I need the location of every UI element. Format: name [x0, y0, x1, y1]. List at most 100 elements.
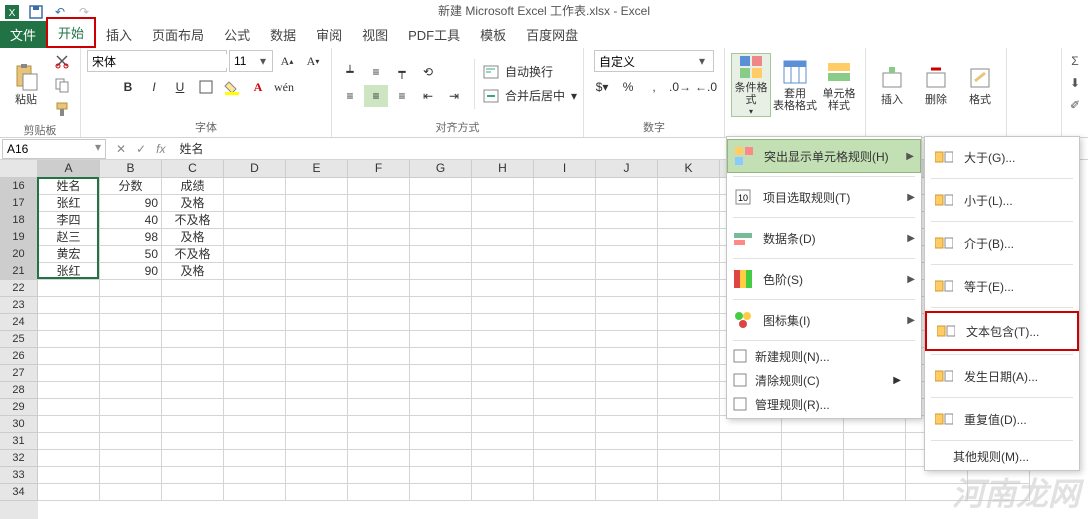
cell[interactable]: 40	[100, 212, 162, 229]
cell[interactable]	[472, 229, 534, 246]
cell[interactable]	[534, 246, 596, 263]
cell[interactable]	[596, 331, 658, 348]
cell[interactable]	[410, 450, 472, 467]
cell[interactable]	[596, 263, 658, 280]
cell[interactable]	[38, 280, 100, 297]
cell[interactable]	[658, 195, 720, 212]
cf-menu-item[interactable]: 色阶(S)▶	[727, 262, 921, 296]
cell[interactable]	[224, 263, 286, 280]
cell[interactable]	[348, 484, 410, 501]
cell[interactable]	[38, 416, 100, 433]
cell[interactable]	[534, 314, 596, 331]
cell[interactable]: 黄宏	[38, 246, 100, 263]
col-header[interactable]: J	[596, 160, 658, 178]
row-header[interactable]: 18	[0, 212, 38, 229]
cell[interactable]	[720, 467, 782, 484]
highlight-rule-item[interactable]: 等于(E)...	[928, 269, 1076, 303]
cell[interactable]	[472, 365, 534, 382]
cell[interactable]	[472, 178, 534, 195]
cell[interactable]	[348, 331, 410, 348]
cell[interactable]	[782, 433, 844, 450]
cell[interactable]	[472, 382, 534, 399]
cell[interactable]	[38, 365, 100, 382]
col-header[interactable]: G	[410, 160, 472, 178]
cell[interactable]	[658, 399, 720, 416]
border-button[interactable]	[194, 76, 218, 98]
fill-color-button[interactable]	[220, 76, 244, 98]
name-box[interactable]: ▾	[2, 139, 106, 159]
percent-icon[interactable]: %	[616, 76, 640, 98]
cell[interactable]	[286, 297, 348, 314]
cell[interactable]	[224, 314, 286, 331]
cell[interactable]	[224, 178, 286, 195]
col-header[interactable]: B	[100, 160, 162, 178]
cell[interactable]	[410, 365, 472, 382]
col-header[interactable]: I	[534, 160, 596, 178]
cell[interactable]	[410, 331, 472, 348]
font-size-combo[interactable]: ▾	[229, 50, 273, 72]
row-header[interactable]: 30	[0, 416, 38, 433]
cell[interactable]	[968, 484, 1030, 501]
cell[interactable]	[658, 484, 720, 501]
cell[interactable]	[100, 314, 162, 331]
col-header[interactable]: D	[224, 160, 286, 178]
cell[interactable]	[658, 433, 720, 450]
wrap-text-button[interactable]: 自动换行	[483, 61, 577, 83]
cf-menu-item[interactable]: 图标集(I)▶	[727, 303, 921, 337]
tab-formulas[interactable]: 公式	[214, 21, 260, 48]
format-cells-button[interactable]: 格式	[960, 53, 1000, 117]
cell[interactable]	[534, 382, 596, 399]
cell[interactable]	[348, 314, 410, 331]
cf-menu-item[interactable]: 10项目选取规则(T)▶	[727, 180, 921, 214]
cell[interactable]	[472, 467, 534, 484]
cell[interactable]	[38, 450, 100, 467]
cell[interactable]	[348, 263, 410, 280]
cell[interactable]	[100, 416, 162, 433]
cell[interactable]	[472, 314, 534, 331]
indent-inc-icon[interactable]: ⇥	[442, 85, 466, 107]
cell[interactable]	[348, 382, 410, 399]
tab-file[interactable]: 文件	[0, 21, 46, 48]
cell[interactable]	[224, 416, 286, 433]
cell[interactable]	[100, 365, 162, 382]
cell[interactable]	[348, 433, 410, 450]
cell[interactable]: 及格	[162, 195, 224, 212]
cell[interactable]: 张红	[38, 195, 100, 212]
cell[interactable]	[472, 263, 534, 280]
cell[interactable]	[596, 450, 658, 467]
col-header[interactable]: E	[286, 160, 348, 178]
cell[interactable]	[100, 467, 162, 484]
cell[interactable]	[534, 297, 596, 314]
row-header[interactable]: 26	[0, 348, 38, 365]
save-icon[interactable]	[28, 4, 44, 20]
cell[interactable]	[596, 229, 658, 246]
cancel-formula-icon[interactable]: ✕	[116, 142, 126, 156]
col-header[interactable]: F	[348, 160, 410, 178]
cell[interactable]	[658, 348, 720, 365]
tab-template[interactable]: 模板	[470, 21, 516, 48]
cell[interactable]	[410, 399, 472, 416]
row-header[interactable]: 33	[0, 467, 38, 484]
cell[interactable]	[596, 399, 658, 416]
row-header[interactable]: 20	[0, 246, 38, 263]
cell[interactable]	[410, 416, 472, 433]
cell[interactable]	[596, 297, 658, 314]
cell[interactable]	[348, 467, 410, 484]
cell[interactable]	[472, 433, 534, 450]
tab-baidu[interactable]: 百度网盘	[516, 21, 588, 48]
cell[interactable]	[472, 297, 534, 314]
cell[interactable]	[534, 348, 596, 365]
cf-menu-small-item[interactable]: 清除规则(C)▶	[727, 368, 921, 392]
cell[interactable]	[224, 348, 286, 365]
cell[interactable]	[286, 382, 348, 399]
font-color-button[interactable]: A	[246, 76, 270, 98]
autosum-icon[interactable]: Σ	[1066, 52, 1084, 70]
cell[interactable]	[286, 314, 348, 331]
cell[interactable]: 分数	[100, 178, 162, 195]
cell[interactable]	[286, 178, 348, 195]
cell[interactable]	[596, 195, 658, 212]
cell[interactable]	[658, 212, 720, 229]
cell[interactable]	[224, 280, 286, 297]
align-middle-icon[interactable]: ≡	[364, 61, 388, 83]
cell[interactable]	[286, 212, 348, 229]
